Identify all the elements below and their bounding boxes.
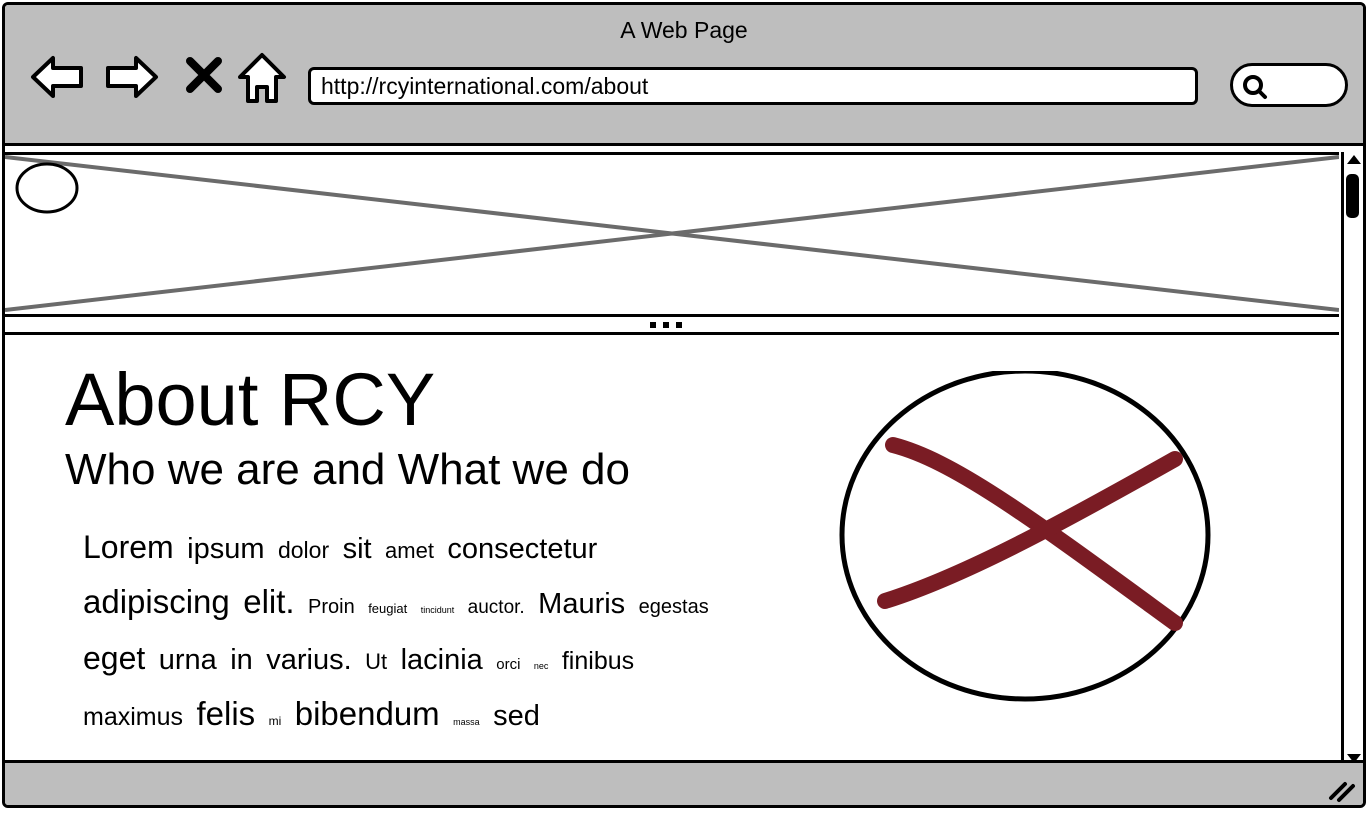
lorem-word: felis bbox=[196, 695, 256, 732]
content-area: About RCY Who we are and What we do Lore… bbox=[5, 335, 1339, 760]
window-title: A Web Page bbox=[620, 17, 748, 43]
page-title: About RCY bbox=[65, 358, 436, 441]
lorem-word: Ut bbox=[365, 649, 388, 674]
lorem-word: Mauris bbox=[538, 588, 626, 620]
lorem-word: urna bbox=[158, 644, 217, 676]
lorem-word: mi bbox=[268, 714, 282, 728]
lorem-word: massa bbox=[453, 717, 480, 727]
banner-image-placeholder bbox=[5, 152, 1339, 317]
lorem-word: consectetur bbox=[447, 533, 598, 565]
circle-placeholder bbox=[15, 162, 79, 214]
browser-window: A Web Page http://rcyinternational.com/a… bbox=[2, 2, 1366, 808]
resize-grip-icon[interactable] bbox=[1325, 772, 1357, 804]
lorem-word: sit bbox=[342, 533, 372, 565]
scroll-up-arrow-icon[interactable] bbox=[1345, 152, 1363, 168]
lorem-word: varius. bbox=[266, 644, 352, 676]
lorem-word: nec bbox=[533, 661, 549, 671]
lorem-word: sed bbox=[493, 700, 540, 732]
lorem-word: ipsum bbox=[187, 533, 265, 565]
lorem-word: auctor. bbox=[467, 597, 525, 618]
lorem-word: Lorem bbox=[83, 529, 174, 565]
stop-x-icon[interactable] bbox=[176, 49, 232, 105]
forward-arrow-icon[interactable] bbox=[104, 49, 160, 105]
lorem-word: amet bbox=[385, 538, 434, 563]
page-subtitle: Who we are and What we do bbox=[65, 445, 630, 494]
vertical-scrollbar[interactable] bbox=[1341, 152, 1363, 766]
lorem-word: bibendum bbox=[294, 695, 440, 732]
lorem-word: lacinia bbox=[400, 644, 483, 676]
pane-splitter[interactable] bbox=[5, 317, 1339, 335]
circle-x-image-placeholder bbox=[839, 371, 1211, 702]
home-icon[interactable] bbox=[234, 49, 290, 105]
lorem-word: finibus bbox=[561, 647, 635, 675]
search-icon bbox=[1243, 75, 1267, 99]
lorem-word: dolor bbox=[277, 537, 330, 563]
lorem-word: feugiat bbox=[368, 601, 408, 616]
lorem-word: egestas bbox=[638, 596, 709, 618]
address-bar[interactable]: http://rcyinternational.com/about bbox=[308, 67, 1198, 105]
lorem-word: Proin bbox=[308, 596, 355, 618]
lorem-word: adipiscing bbox=[83, 583, 230, 620]
lorem-text-block: Lorem ipsum dolor sit amet consectetur a… bbox=[83, 523, 723, 746]
lorem-word: in bbox=[230, 644, 253, 676]
splitter-grip-icon bbox=[650, 322, 682, 328]
search-field[interactable] bbox=[1230, 63, 1348, 107]
back-arrow-icon[interactable] bbox=[29, 49, 85, 105]
lorem-word: eget bbox=[83, 640, 146, 676]
browser-toolbar: A Web Page http://rcyinternational.com/a… bbox=[5, 5, 1363, 146]
scrollbar-thumb[interactable] bbox=[1346, 174, 1359, 218]
lorem-word: orci bbox=[496, 656, 521, 673]
lorem-word: elit. bbox=[243, 583, 295, 620]
lorem-word: tincidunt bbox=[420, 605, 455, 615]
status-bar bbox=[5, 760, 1363, 805]
lorem-word: maximus bbox=[83, 703, 184, 731]
